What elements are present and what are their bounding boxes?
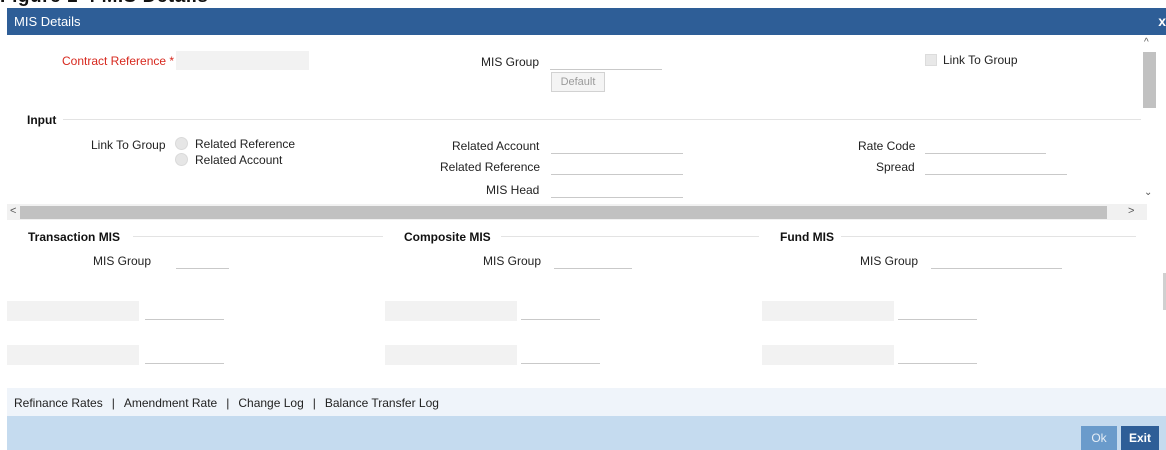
- close-icon[interactable]: x: [1158, 13, 1166, 29]
- composite-mis-group-field[interactable]: [554, 250, 632, 269]
- composite-mis-title: Composite MIS: [404, 230, 491, 244]
- horizontal-scroll-thumb[interactable]: [20, 206, 1107, 219]
- balance-transfer-log-link[interactable]: Balance Transfer Log: [325, 396, 439, 410]
- spread-field[interactable]: [925, 156, 1067, 175]
- fund-mis-group-label: MIS Group: [860, 254, 919, 268]
- mis-head-label: MIS Head: [486, 183, 540, 197]
- page-heading-fragment: Figure 1-4 MIS Details: [0, 0, 208, 8]
- composite-mis-code-2-field[interactable]: [521, 345, 600, 364]
- chevron-up-icon[interactable]: ^: [1144, 37, 1149, 48]
- related-account-label: Related Account: [452, 139, 540, 153]
- chevron-down-icon[interactable]: ⌄: [1144, 187, 1152, 198]
- window-title: MIS Details: [14, 14, 81, 29]
- exit-button[interactable]: Exit: [1121, 426, 1159, 450]
- transaction-mis-group-label: MIS Group: [93, 254, 152, 268]
- fund-mis-divider: [841, 236, 1136, 237]
- link-to-group-radio-label: Link To Group: [91, 138, 166, 152]
- contract-reference-label: Contract Reference *: [62, 54, 175, 68]
- transaction-mis-code-1-field[interactable]: [145, 301, 224, 320]
- related-reference-field[interactable]: [551, 156, 683, 175]
- input-section-title: Input: [27, 113, 57, 127]
- ok-button[interactable]: Ok: [1081, 426, 1117, 450]
- spread-label: Spread: [876, 160, 915, 174]
- composite-mis-group-label: MIS Group: [483, 254, 542, 268]
- mis-head-field[interactable]: [551, 179, 683, 198]
- transaction-mis-code-1-label: [7, 301, 139, 321]
- composite-mis-code-1-label: [385, 301, 517, 321]
- input-section-divider: [63, 119, 1141, 120]
- composite-mis-code-2-label: [385, 345, 517, 365]
- amendment-rate-link[interactable]: Amendment Rate: [124, 396, 217, 410]
- transaction-mis-title: Transaction MIS: [28, 230, 121, 244]
- horizontal-scrollbar[interactable]: < >: [7, 204, 1147, 220]
- link-separator: |: [111, 396, 115, 410]
- mis-group-label: MIS Group: [481, 55, 540, 69]
- footer-links-bar: Refinance Rates | Amendment Rate | Change Lo…: [7, 388, 1166, 416]
- related-account-field[interactable]: [551, 135, 683, 154]
- vertical-scroll-thumb[interactable]: [1143, 52, 1156, 108]
- transaction-mis-divider: [133, 236, 383, 237]
- transaction-mis-code-2-field[interactable]: [145, 345, 224, 364]
- fund-mis-code-2-label: [762, 345, 894, 365]
- related-reference-radio[interactable]: [175, 137, 188, 150]
- chevron-left-icon[interactable]: <: [10, 205, 16, 217]
- fund-mis-title: Fund MIS: [780, 230, 834, 244]
- footer-links: Refinance Rates | Amendment Rate | Change Lo…: [14, 396, 439, 410]
- default-button[interactable]: Default: [551, 72, 605, 92]
- change-log-link[interactable]: Change Log: [238, 396, 303, 410]
- related-account-radio[interactable]: [175, 153, 188, 166]
- link-to-group-checkbox[interactable]: [925, 54, 937, 66]
- composite-mis-code-1-field[interactable]: [521, 301, 600, 320]
- window-title-bar: MIS Details x: [7, 8, 1166, 35]
- transaction-mis-group-field[interactable]: [176, 250, 229, 269]
- link-to-group-checkbox-label: Link To Group: [943, 53, 1018, 67]
- contract-reference-field[interactable]: [176, 51, 309, 70]
- link-separator: |: [312, 396, 316, 410]
- fund-mis-code-1-label: [762, 301, 894, 321]
- fund-mis-code-2-field[interactable]: [898, 345, 977, 364]
- rate-code-label: Rate Code: [858, 139, 916, 153]
- rate-code-field[interactable]: [925, 135, 1046, 154]
- refinance-rates-link[interactable]: Refinance Rates: [14, 396, 103, 410]
- composite-mis-divider: [501, 236, 759, 237]
- fund-mis-group-field[interactable]: [931, 250, 1062, 269]
- link-separator: |: [226, 396, 230, 410]
- related-reference-label: Related Reference: [440, 160, 541, 174]
- fund-mis-code-1-field[interactable]: [898, 301, 977, 320]
- related-account-radio-label: Related Account: [195, 153, 283, 167]
- mis-group-field[interactable]: [550, 51, 662, 70]
- transaction-mis-code-2-label: [7, 345, 139, 365]
- related-reference-radio-label: Related Reference: [195, 137, 296, 151]
- footer-button-bar: Ok Exit: [7, 416, 1166, 450]
- vertical-scrollbar[interactable]: ^ ⌄: [1141, 37, 1159, 207]
- chevron-right-icon[interactable]: >: [1128, 205, 1134, 217]
